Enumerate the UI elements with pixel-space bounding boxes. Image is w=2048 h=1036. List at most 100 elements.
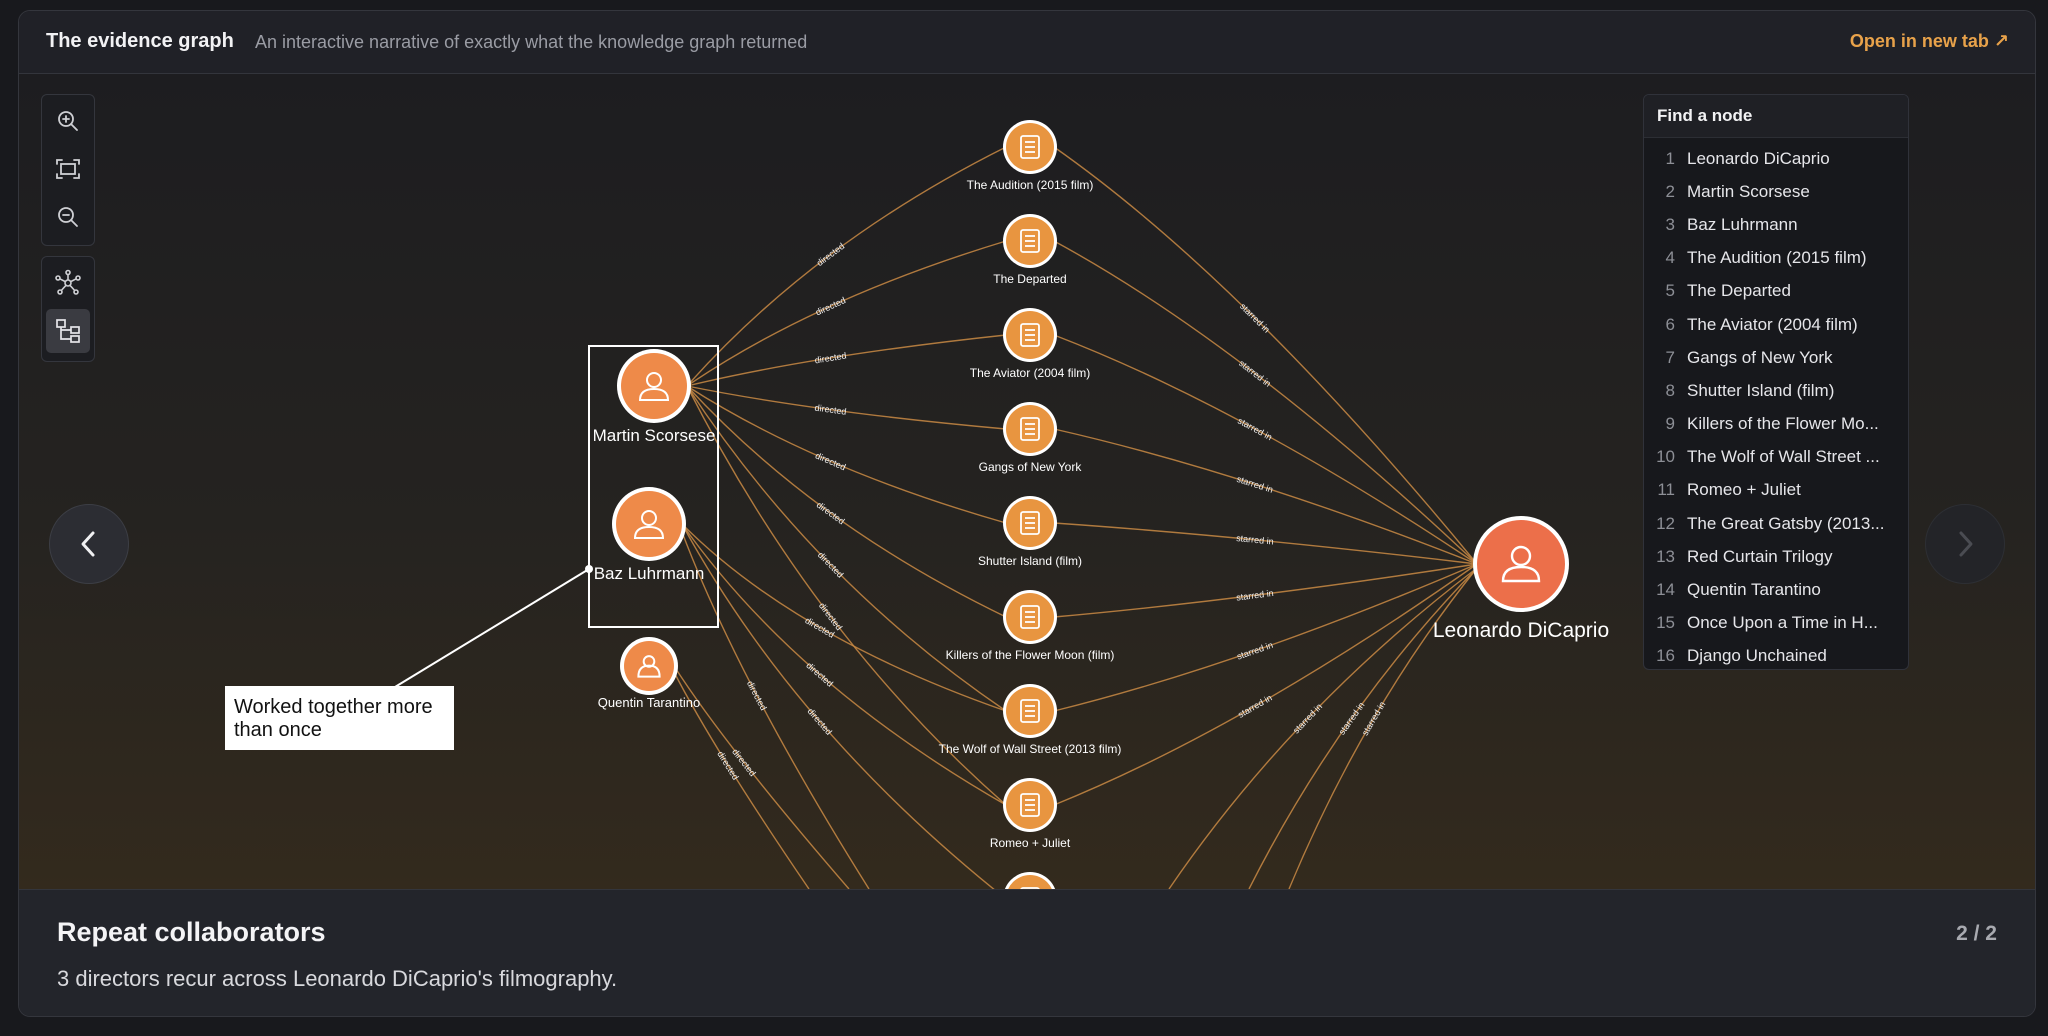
find-node-item-number: 13: [1656, 546, 1675, 566]
previous-step-button[interactable]: [49, 504, 129, 584]
film-node[interactable]: The Aviator (2004 film): [970, 308, 1091, 380]
director-node[interactable]: Quentin Tarantino: [598, 637, 700, 710]
annotation-text-line-1: Worked together more: [234, 696, 433, 718]
page-title: The evidence graph: [46, 30, 234, 52]
find-node-item[interactable]: 15 Once Upon a Time in H...: [1644, 607, 1908, 640]
film-node[interactable]: Killers of the Flower Moon (film): [946, 590, 1115, 662]
force-layout-icon: [55, 269, 81, 295]
find-node-item[interactable]: 10 The Wolf of Wall Street ...: [1644, 441, 1908, 474]
annotation-connector: [394, 568, 590, 688]
film-node[interactable]: Shutter Island (film): [978, 496, 1082, 568]
find-node-item-number: 1: [1665, 148, 1675, 168]
film-node-label: Killers of the Flower Moon (film): [946, 648, 1115, 662]
graph-edge: [681, 531, 870, 889]
find-node-item-label: The Departed: [1687, 281, 1791, 301]
find-node-item-number: 12: [1656, 513, 1675, 533]
find-node-item[interactable]: 16 Django Unchained: [1644, 640, 1908, 669]
panel-header: The evidence graph An interactive narrat…: [19, 11, 2035, 74]
film-node[interactable]: The Audition (2015 film): [967, 120, 1094, 192]
find-node-item[interactable]: 9 Killers of the Flower Mo...: [1644, 408, 1908, 441]
film-node[interactable]: The Departed: [993, 214, 1067, 286]
graph-nodes[interactable]: The Audition (2015 film) The Departed The …: [593, 120, 1610, 889]
edge-label: directed: [804, 660, 835, 689]
find-node-item[interactable]: 13 Red Curtain Trilogy: [1644, 540, 1908, 573]
find-node-item[interactable]: 1 Leonardo DiCaprio: [1644, 142, 1908, 175]
find-node-item[interactable]: 4 The Audition (2015 film): [1644, 242, 1908, 275]
hierarchy-layout-button[interactable]: [46, 309, 90, 353]
find-node-item[interactable]: 11 Romeo + Juliet: [1644, 474, 1908, 507]
find-node-item-label: Baz Luhrmann: [1687, 214, 1798, 234]
open-in-new-tab-link[interactable]: Open in new tab ↗: [1850, 31, 2009, 52]
film-node[interactable]: The Wolf of Wall Street (2013 film): [939, 684, 1122, 756]
page-subtitle: An interactive narrative of exactly what…: [255, 32, 808, 52]
step-counter: 2 / 2: [1956, 922, 1997, 945]
edge-label: directed: [816, 550, 846, 580]
find-node-item-label: Leonardo DiCaprio: [1687, 148, 1830, 168]
edge-label: directed: [745, 679, 769, 712]
find-node-item-label: Martin Scorsese: [1687, 181, 1810, 201]
find-node-item-label: The Great Gatsby (2013...: [1687, 513, 1885, 533]
find-node-item-number: 3: [1665, 214, 1675, 234]
graph-edge: [1053, 146, 1478, 565]
film-node-label: The Aviator (2004 film): [970, 366, 1091, 380]
find-node-item-number: 2: [1665, 181, 1675, 201]
find-node-item-label: Once Upon a Time in H...: [1687, 613, 1878, 633]
edge-label: directed: [814, 295, 847, 317]
find-node-item-label: Red Curtain Trilogy: [1687, 546, 1833, 566]
find-node-item-label: The Audition (2015 film): [1687, 248, 1867, 268]
graph-canvas[interactable]: directed directed directed directed directed…: [19, 74, 2035, 889]
edge-label: starred in: [1291, 701, 1324, 735]
force-layout-button[interactable]: [46, 261, 90, 305]
director-node-label: Martin Scorsese: [593, 426, 716, 445]
edge-label: directed: [814, 450, 847, 472]
evidence-graph-panel: The evidence graph An interactive narrat…: [18, 10, 2036, 1017]
graph-edge: [686, 334, 1007, 387]
find-node-item[interactable]: 12 The Great Gatsby (2013...: [1644, 507, 1908, 540]
film-node-label: The Departed: [993, 272, 1066, 286]
edge-label: starred in: [1236, 416, 1274, 443]
graph-edge: [1053, 563, 1478, 806]
find-node-panel: Find a node 1 Leonardo DiCaprio 2 Martin Sc…: [1643, 94, 1909, 670]
graph-edge: [686, 240, 1007, 387]
find-node-item-number: 16: [1656, 646, 1675, 666]
find-node-item-number: 4: [1665, 248, 1675, 268]
film-node[interactable]: Gangs of New York: [979, 402, 1083, 474]
zoom-out-button[interactable]: [46, 195, 90, 239]
edge-label: directed: [805, 706, 834, 737]
edge-label: directed: [814, 350, 847, 365]
find-node-item[interactable]: 7 Gangs of New York: [1644, 341, 1908, 374]
find-node-item[interactable]: 6 The Aviator (2004 film): [1644, 308, 1908, 341]
find-node-item-label: Quentin Tarantino: [1687, 580, 1821, 600]
zoom-in-icon: [58, 111, 78, 131]
edge-label: starred in: [1237, 358, 1273, 389]
find-node-item[interactable]: 3 Baz Luhrmann: [1644, 208, 1908, 241]
find-node-item[interactable]: 2 Martin Scorsese: [1644, 175, 1908, 208]
film-node[interactable]: [1003, 872, 1057, 889]
annotation-anchor: [585, 565, 593, 573]
film-node-label: The Audition (2015 film): [967, 178, 1094, 192]
film-node-label: Romeo + Juliet: [990, 836, 1071, 850]
hierarchy-layout-icon: [56, 319, 80, 343]
fit-view-button[interactable]: [46, 147, 90, 191]
find-node-item-label: The Wolf of Wall Street ...: [1687, 447, 1880, 467]
film-node[interactable]: Romeo + Juliet: [990, 778, 1071, 850]
edge-label: directed: [814, 403, 847, 417]
find-node-item[interactable]: 8 Shutter Island (film): [1644, 374, 1908, 407]
find-node-item-number: 7: [1665, 347, 1675, 367]
zoom-in-button[interactable]: [46, 99, 90, 143]
find-node-item-number: 15: [1656, 613, 1675, 633]
next-step-button[interactable]: [1925, 504, 2005, 584]
find-node-item-number: 8: [1665, 380, 1675, 400]
chevron-left-icon: [81, 531, 95, 557]
zoom-toolbar: [41, 94, 95, 246]
find-node-item-number: 14: [1656, 580, 1675, 600]
find-node-item[interactable]: 5 The Departed: [1644, 275, 1908, 308]
graph-edges: [673, 146, 1478, 889]
annotation-text-line-2: than once: [234, 719, 322, 741]
edge-label: starred in: [1236, 693, 1274, 720]
main-actor-node[interactable]: Leonardo DiCaprio: [1433, 516, 1609, 642]
graph-edge: [1288, 567, 1478, 889]
graph-edge: [1053, 240, 1478, 565]
find-node-item-label: The Aviator (2004 film): [1687, 314, 1858, 334]
find-node-item[interactable]: 14 Quentin Tarantino: [1644, 573, 1908, 606]
